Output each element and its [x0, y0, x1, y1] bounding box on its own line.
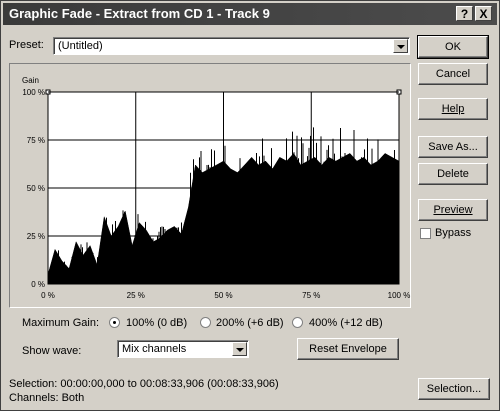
x-tick-labels: 0 % 25 % 50 % 75 % 100 %	[41, 291, 410, 300]
gain-400-radio[interactable]	[292, 317, 303, 328]
x-tick-label: 75 %	[302, 291, 320, 300]
y-tick-label: 25 %	[27, 232, 45, 241]
y-tick-label: 50 %	[27, 184, 45, 193]
gain-100-label[interactable]: 100% (0 dB)	[126, 317, 187, 329]
gain-200-radio[interactable]	[200, 317, 211, 328]
show-wave-value: Mix channels	[122, 343, 187, 355]
reset-envelope-button[interactable]: Reset Envelope	[297, 338, 399, 360]
x-tick-label: 25 %	[127, 291, 145, 300]
y-tick-labels: 100 % 75 % 50 % 25 % 0 %	[22, 88, 45, 289]
chevron-down-icon[interactable]	[232, 342, 247, 356]
show-wave-dropdown[interactable]: Mix channels	[117, 340, 249, 358]
selection-info: Selection: 00:00:00,000 to 00:08:33,906 …	[9, 378, 279, 390]
y-tick-label: 0 %	[31, 280, 45, 289]
gain-200-label[interactable]: 200% (+6 dB)	[216, 317, 284, 329]
x-tick-label: 50 %	[214, 291, 232, 300]
show-wave-label: Show wave:	[22, 345, 82, 357]
channels-info: Channels: Both	[9, 392, 85, 404]
selection-button[interactable]: Selection...	[418, 378, 490, 400]
x-tick-label: 100 %	[388, 291, 411, 300]
max-gain-label: Maximum Gain:	[22, 317, 100, 329]
gain-400-label[interactable]: 400% (+12 dB)	[309, 317, 383, 329]
y-tick-label: 75 %	[27, 136, 45, 145]
y-tick-label: 100 %	[22, 88, 45, 97]
gain-100-radio[interactable]	[109, 317, 120, 328]
x-tick-label: 0 %	[41, 291, 55, 300]
